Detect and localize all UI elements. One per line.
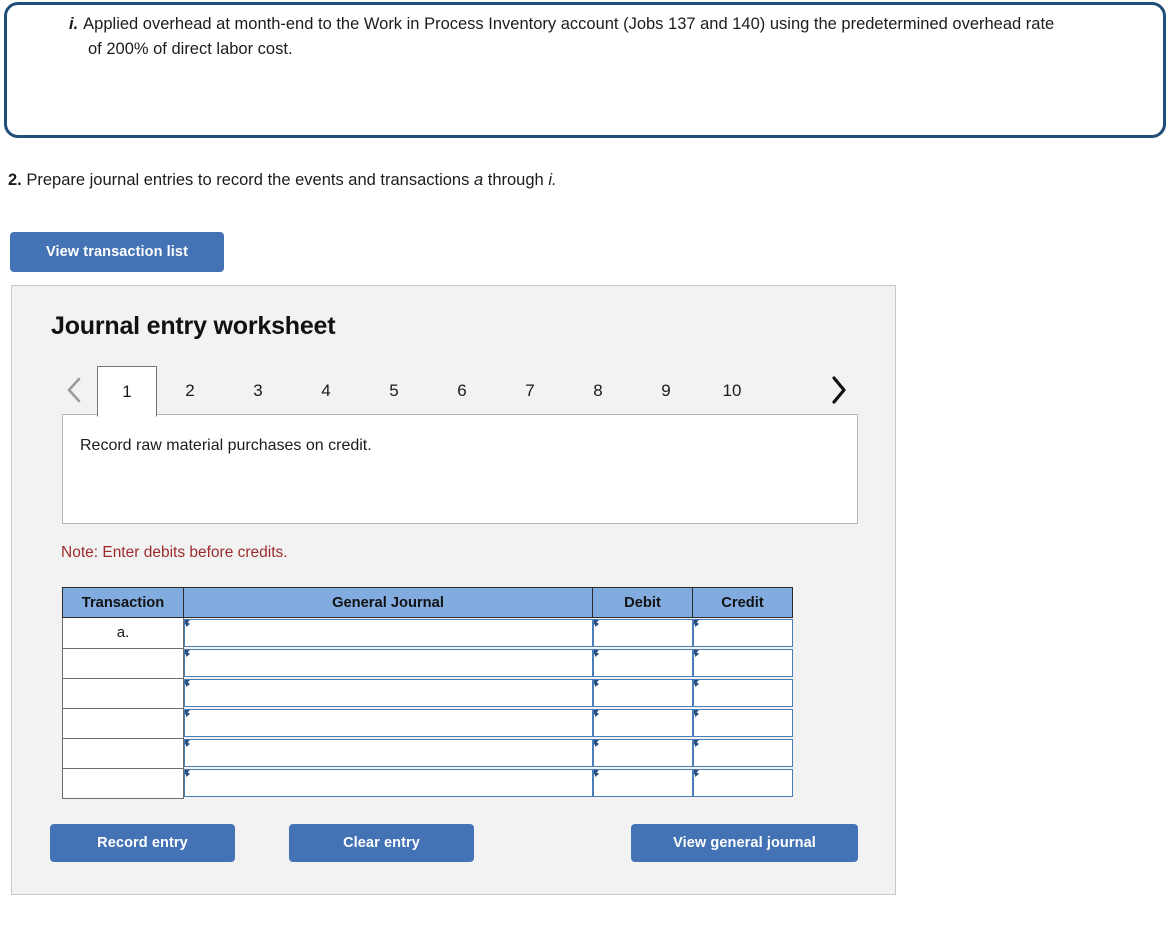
credit-input[interactable] <box>692 739 793 767</box>
record-entry-button[interactable]: Record entry <box>50 824 235 862</box>
prompt-text-before: Prepare journal entries to record the ev… <box>26 171 470 189</box>
debit-input-cell <box>592 618 693 649</box>
worksheet-tab-8[interactable]: 8 <box>567 366 629 415</box>
column-header-credit: Credit <box>692 587 793 618</box>
transaction-cell: a. <box>62 617 184 649</box>
chevron-left-icon[interactable] <box>57 372 91 408</box>
debit-input-cell <box>592 768 693 798</box>
debits-before-credits-note: Note: Enter debits before credits. <box>61 544 288 561</box>
transaction-description-text: Record raw material purchases on credit. <box>80 437 372 454</box>
worksheet-tab-10[interactable]: 10 <box>697 366 767 415</box>
table-row <box>62 767 793 799</box>
journal-entry-worksheet-panel: Journal entry worksheet 1 2 3 4 5 6 7 8 9 10 Reco… <box>11 285 896 895</box>
general-journal-input-cell <box>184 768 593 798</box>
credit-input[interactable] <box>692 769 793 797</box>
instruction-box: i. Applied overhead at month-end to the W… <box>4 2 1166 138</box>
credit-input-cell <box>692 738 793 768</box>
debit-input[interactable] <box>592 769 693 797</box>
credit-input-cell <box>692 618 793 649</box>
table-row: a. <box>62 617 793 649</box>
worksheet-tab-2[interactable]: 2 <box>159 366 221 415</box>
transaction-cell <box>62 737 184 769</box>
worksheet-tab-6[interactable]: 6 <box>431 366 493 415</box>
general-journal-input[interactable] <box>184 619 593 647</box>
debit-input-cell <box>592 648 693 678</box>
instruction-item-text: Applied overhead at month-end to the Wor… <box>83 15 1055 58</box>
credit-input[interactable] <box>692 679 793 707</box>
credit-input[interactable] <box>692 619 793 647</box>
general-journal-input[interactable] <box>184 769 593 797</box>
credit-input[interactable] <box>692 709 793 737</box>
worksheet-tab-3[interactable]: 3 <box>227 366 289 415</box>
debit-input-cell <box>592 708 693 738</box>
debit-input[interactable] <box>592 709 693 737</box>
debit-input-cell <box>592 678 693 708</box>
general-journal-input-cell <box>184 618 593 649</box>
credit-input-cell <box>692 678 793 708</box>
credit-input-cell <box>692 648 793 678</box>
general-journal-input-cell <box>184 648 593 678</box>
general-journal-input[interactable] <box>184 679 593 707</box>
transaction-cell <box>62 647 184 679</box>
chevron-right-icon[interactable] <box>821 372 855 408</box>
worksheet-tab-strip: 1 2 3 4 5 6 7 8 9 10 <box>51 366 859 417</box>
worksheet-tab-1[interactable]: 1 <box>97 366 157 417</box>
instruction-item-letter: i. <box>69 15 79 33</box>
worksheet-tab-4[interactable]: 4 <box>295 366 357 415</box>
view-general-journal-button[interactable]: View general journal <box>631 824 858 862</box>
page-title: Journal entry worksheet <box>51 312 336 340</box>
prompt-number: 2. <box>8 171 22 189</box>
debit-input[interactable] <box>592 649 693 677</box>
prompt-range-end: i. <box>548 171 557 189</box>
table-row <box>62 647 793 679</box>
credit-input-cell <box>692 708 793 738</box>
prompt-range-start: a <box>473 171 484 189</box>
debit-input[interactable] <box>592 739 693 767</box>
view-transaction-list-button[interactable]: View transaction list <box>10 232 224 272</box>
column-header-debit: Debit <box>592 587 693 618</box>
column-header-general-journal: General Journal <box>183 587 593 618</box>
general-journal-input-cell <box>184 738 593 768</box>
column-header-transaction: Transaction <box>62 587 184 618</box>
general-journal-input[interactable] <box>184 739 593 767</box>
table-row <box>62 737 793 769</box>
transaction-cell <box>62 677 184 709</box>
prompt-line: 2. Prepare journal entries to record the… <box>8 168 557 192</box>
debit-input[interactable] <box>592 679 693 707</box>
transaction-cell <box>62 767 184 799</box>
prompt-text-middle: through <box>487 171 544 189</box>
instruction-item: i. Applied overhead at month-end to the W… <box>69 12 1069 62</box>
general-journal-input[interactable] <box>184 709 593 737</box>
debit-input[interactable] <box>592 619 693 647</box>
transaction-cell <box>62 707 184 739</box>
general-journal-input[interactable] <box>184 649 593 677</box>
worksheet-tab-7[interactable]: 7 <box>499 366 561 415</box>
worksheet-tab-5[interactable]: 5 <box>363 366 425 415</box>
table-header-row: Transaction General Journal Debit Credit <box>62 587 793 618</box>
general-journal-input-cell <box>184 708 593 738</box>
clear-entry-button[interactable]: Clear entry <box>289 824 474 862</box>
credit-input-cell <box>692 768 793 798</box>
journal-entry-table: Transaction General Journal Debit Credit… <box>62 587 793 799</box>
debit-input-cell <box>592 738 693 768</box>
credit-input[interactable] <box>692 649 793 677</box>
transaction-description-box: Record raw material purchases on credit. <box>62 414 858 524</box>
worksheet-tab-9[interactable]: 9 <box>635 366 697 415</box>
table-row <box>62 707 793 739</box>
table-row <box>62 677 793 709</box>
general-journal-input-cell <box>184 678 593 708</box>
